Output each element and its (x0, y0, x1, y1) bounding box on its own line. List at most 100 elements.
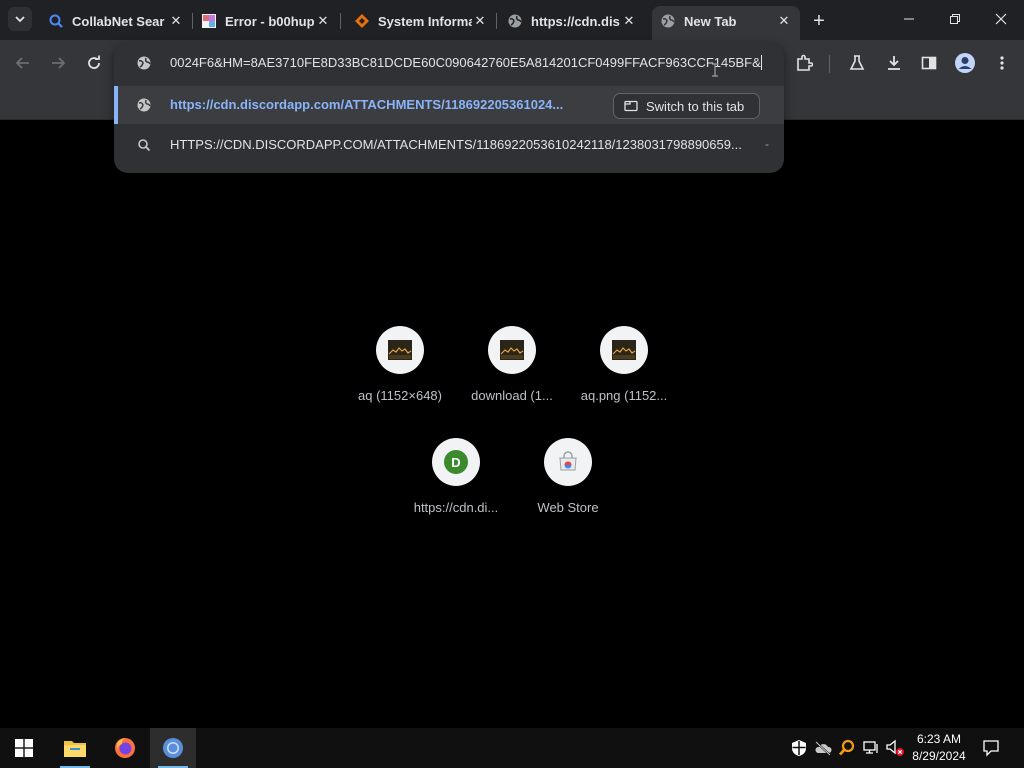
forward-button[interactable] (43, 48, 73, 78)
taskbar-firefox[interactable] (102, 728, 148, 768)
text-caret (760, 55, 762, 70)
network-icon[interactable] (861, 738, 881, 758)
search-icon (136, 137, 152, 153)
suggestion-open-tab[interactable]: https://cdn.discordapp.com/ATTACHMENTS/1… (114, 86, 784, 124)
suggestion-trail: - (765, 137, 769, 151)
shortcut-icon-container (600, 326, 648, 374)
globe-icon (507, 13, 523, 29)
suggestion-search[interactable]: HTTPS://CDN.DISCORDAPP.COM/ATTACHMENTS/1… (114, 126, 784, 164)
tab-error[interactable]: Error - b00hup ✕ (193, 6, 339, 36)
chevron-down-icon (15, 16, 25, 23)
arrow-right-icon (52, 57, 66, 69)
tab-strip: CollabNet Sear ✕ Error - b00hup ✕ System… (0, 0, 1024, 40)
security-shield-icon[interactable] (789, 738, 809, 758)
shortcut-tile[interactable]: aq.png (1152... (568, 326, 680, 416)
tab-title: https://cdn.dis (531, 13, 620, 29)
shortcut-icon-container (376, 326, 424, 374)
shortcut-tile[interactable]: aq (1152×648) (344, 326, 456, 416)
close-icon[interactable]: ✕ (776, 13, 792, 29)
shortcut-label: aq (1152×648) (358, 388, 442, 403)
file-explorer-icon (64, 741, 86, 757)
clock-time: 6:23 AM (916, 732, 962, 746)
tab-new-tab[interactable]: New Tab ✕ (652, 6, 800, 40)
reload-button[interactable] (79, 48, 109, 78)
shortcut-label: https://cdn.di... (413, 500, 499, 515)
restore-icon (950, 14, 960, 24)
start-button[interactable] (0, 728, 48, 768)
system-clock[interactable]: 6:23 AM 8/29/2024 (906, 731, 972, 765)
firefox-icon (115, 738, 135, 758)
reload-icon (88, 55, 100, 69)
close-icon (995, 13, 1007, 25)
address-input[interactable]: 0024F6&HM=8AE3710FE8D33BC81DCDE60C090642… (170, 55, 766, 70)
tab-icon (624, 100, 638, 112)
image-icon (201, 13, 217, 29)
close-icon[interactable]: ✕ (621, 13, 637, 29)
tab-title: Error - b00hup (225, 13, 315, 29)
restore-button[interactable] (932, 0, 978, 38)
image-thumbnail-icon (612, 340, 636, 360)
side-panel-button[interactable] (914, 48, 944, 78)
labs-button[interactable] (842, 48, 872, 78)
tab-cdn-discord[interactable]: https://cdn.dis ✕ (499, 6, 645, 36)
taskbar: 6:23 AM 8/29/2024 (0, 728, 1024, 768)
onedrive-offline-icon[interactable] (813, 738, 833, 758)
omnibox-dropdown: 0024F6&HM=8AE3710FE8D33BC81DCDE60C090642… (114, 42, 784, 173)
taskbar-chrome[interactable] (150, 728, 196, 768)
shortcut-label: download (1... (471, 388, 553, 403)
tab-separator (496, 13, 497, 29)
shortcut-tile[interactable]: Web Store (512, 438, 624, 528)
toolbar-separator (829, 55, 830, 73)
shortcut-icon-container (488, 326, 536, 374)
tab-collabnet[interactable]: CollabNet Sear ✕ (40, 6, 192, 36)
image-thumbnail-icon (500, 340, 524, 360)
back-button[interactable] (8, 48, 38, 78)
tab-title: New Tab (684, 13, 737, 29)
search-magnifier-icon[interactable] (837, 738, 857, 758)
close-icon[interactable]: ✕ (315, 13, 331, 29)
close-window-button[interactable] (978, 0, 1024, 38)
taskbar-file-explorer[interactable] (52, 728, 98, 768)
omnibox-input-row[interactable]: 0024F6&HM=8AE3710FE8D33BC81DCDE60C090642… (114, 42, 784, 84)
volume-muted-icon[interactable] (885, 738, 905, 758)
globe-icon (136, 97, 152, 113)
letter-d-icon: D (444, 450, 468, 474)
menu-button[interactable] (987, 48, 1017, 78)
tab-title: System Informa (378, 13, 472, 29)
text-cursor-icon (712, 63, 718, 77)
tab-system-information[interactable]: System Informa ✕ (346, 6, 496, 36)
shortcut-tile[interactable]: D https://cdn.di... (400, 438, 512, 528)
globe-icon (136, 55, 152, 76)
windows-logo-icon (15, 739, 33, 757)
clock-date: 8/29/2024 (912, 749, 966, 763)
search-icon (48, 13, 64, 29)
image-thumbnail-icon (388, 340, 412, 360)
new-tab-button[interactable]: + (808, 10, 830, 32)
puzzle-icon (797, 54, 813, 71)
switch-to-tab-button[interactable]: Switch to this tab (613, 93, 760, 119)
close-icon[interactable]: ✕ (472, 13, 488, 29)
web-store-icon (559, 451, 577, 471)
downloads-button[interactable] (879, 48, 909, 78)
more-vert-icon (1000, 56, 1004, 70)
chrome-icon (163, 738, 183, 758)
minimize-icon (904, 18, 914, 20)
shortcut-tile[interactable]: download (1... (456, 326, 568, 416)
avatar-icon (955, 53, 975, 73)
shortcut-label: Web Store (537, 500, 599, 515)
extensions-button[interactable] (789, 48, 819, 78)
tab-title: CollabNet Sear (72, 13, 165, 29)
tab-search-button[interactable] (8, 7, 32, 31)
minimize-button[interactable] (886, 0, 932, 38)
globe-icon (660, 13, 676, 29)
arrow-left-icon (15, 57, 29, 69)
side-panel-icon (921, 56, 937, 70)
profile-button[interactable] (950, 48, 980, 78)
close-icon[interactable]: ✕ (168, 13, 184, 29)
suggestion-query: HTTPS://CDN.DISCORDAPP.COM/ATTACHMENTS/1… (170, 137, 742, 152)
suggestion-url: https://cdn.discordapp.com/ATTACHMENTS/1… (170, 97, 564, 112)
desktop: { "tabs": [ {"title": "CollabNet Sear", … (0, 0, 1024, 768)
notifications-icon[interactable] (981, 738, 1001, 758)
flask-icon (849, 55, 865, 70)
shortcut-icon-container: D (432, 438, 480, 486)
